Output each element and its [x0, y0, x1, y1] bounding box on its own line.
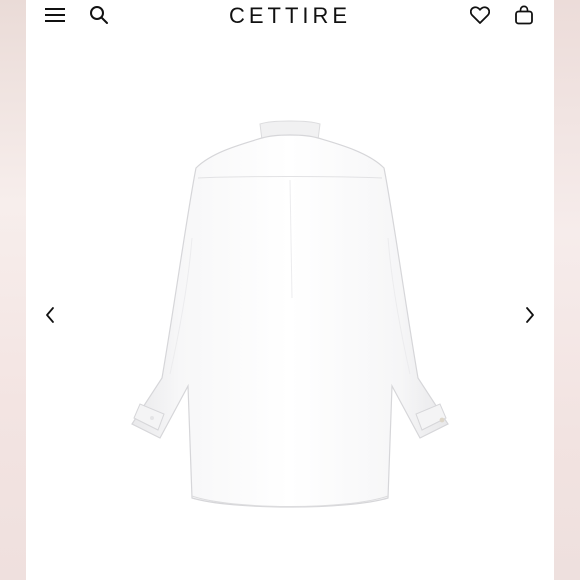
next-image-button[interactable] — [518, 303, 542, 327]
wishlist-button[interactable] — [468, 3, 492, 27]
shopping-bag-button[interactable] — [512, 3, 536, 27]
chevron-left-icon — [46, 307, 54, 323]
app-screen: CETTIRE — [26, 0, 554, 580]
top-navigation-bar: CETTIRE — [26, 0, 554, 32]
right-frame — [554, 0, 580, 580]
shopping-bag-icon — [515, 5, 533, 25]
heart-icon — [470, 6, 490, 24]
product-image-gallery[interactable] — [26, 40, 554, 580]
previous-image-button[interactable] — [38, 303, 62, 327]
chevron-right-icon — [526, 307, 534, 323]
left-frame — [0, 0, 26, 580]
white-shirt-product-image — [131, 120, 449, 508]
